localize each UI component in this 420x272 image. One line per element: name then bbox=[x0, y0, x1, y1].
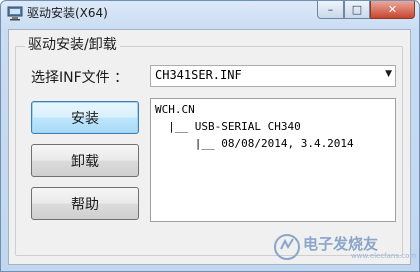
driver-install-window: 驱动安装(X64) – □ ✕ 驱动安装/卸载 选择INF文件 ： CH341S… bbox=[0, 0, 420, 272]
groupbox-label: 驱动安装/卸载 bbox=[25, 34, 120, 54]
driver-info-box: WCH.CN |__ USB-SERIAL CH340 |__ 08/08/20… bbox=[150, 98, 396, 222]
watermark-logo-icon bbox=[274, 234, 300, 260]
maximize-button[interactable]: □ bbox=[344, 1, 370, 19]
window-title: 驱动安装(X64) bbox=[27, 6, 108, 20]
minimize-button[interactable]: – bbox=[317, 1, 344, 19]
help-button[interactable]: 帮助 bbox=[31, 187, 139, 220]
title-bar: 驱动安装(X64) – □ ✕ bbox=[1, 1, 419, 25]
install-button[interactable]: 安装 bbox=[31, 101, 139, 134]
watermark-url: www.elecfans.com bbox=[351, 252, 417, 260]
info-line: |__ 08/08/2014, 3.4.2014 bbox=[155, 137, 354, 150]
inf-file-label: 选择INF文件 ： bbox=[31, 70, 129, 86]
dropdown-arrow-icon[interactable]: ▼ bbox=[385, 69, 392, 79]
info-line: |__ USB-SERIAL CH340 bbox=[155, 120, 301, 133]
info-line: WCH.CN bbox=[155, 103, 195, 116]
dialog-client-area: 驱动安装/卸载 选择INF文件 ： CH341SER.INF ▼ 安装 卸载 帮… bbox=[8, 29, 411, 265]
inf-file-select[interactable]: CH341SER.INF ▼ bbox=[150, 65, 396, 87]
minimize-icon: – bbox=[327, 3, 334, 16]
close-icon: ✕ bbox=[387, 3, 398, 16]
watermark-text: 电子发烧友 bbox=[303, 235, 379, 253]
close-button[interactable]: ✕ bbox=[370, 1, 415, 19]
uninstall-button[interactable]: 卸载 bbox=[31, 144, 139, 177]
app-icon bbox=[7, 6, 23, 21]
inf-file-value: CH341SER.INF bbox=[155, 68, 242, 82]
maximize-icon: □ bbox=[351, 3, 363, 16]
watermark: 电子发烧友 www.elecfans.com bbox=[259, 231, 417, 263]
